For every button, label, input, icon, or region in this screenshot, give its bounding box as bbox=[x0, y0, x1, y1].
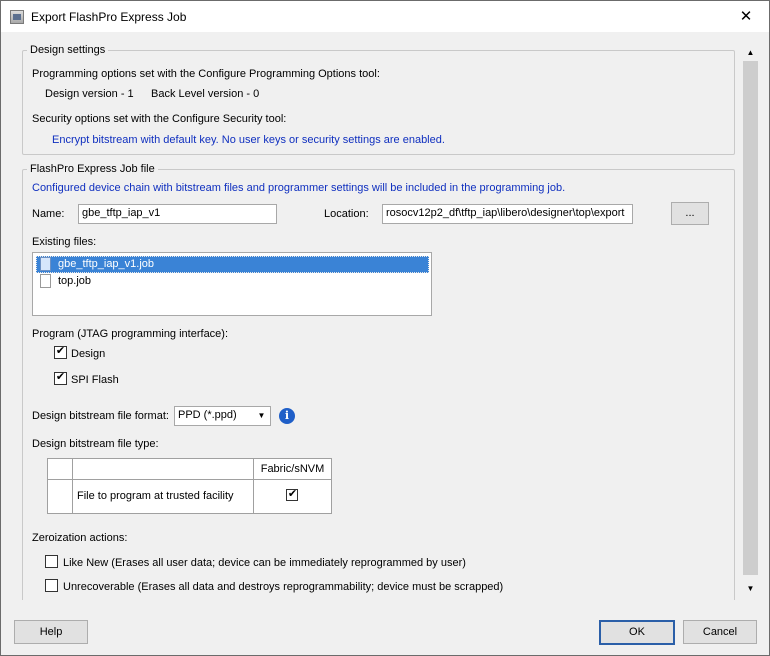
job-description-text: Configured device chain with bitstream f… bbox=[32, 182, 566, 194]
format-label: Design bitstream file format: bbox=[32, 410, 169, 422]
table-header-empty bbox=[73, 459, 254, 480]
back-level-version-text: Back Level version - 0 bbox=[151, 88, 260, 100]
ok-button[interactable]: OK bbox=[599, 620, 675, 645]
security-options-text: Security options set with the Configure … bbox=[32, 113, 287, 125]
table-row-header bbox=[48, 480, 73, 514]
like-new-label: Like New (Erases all user data; device c… bbox=[63, 557, 466, 569]
name-input[interactable]: gbe_tftp_iap_v1 bbox=[78, 204, 277, 224]
scroll-up-icon[interactable]: ▲ bbox=[742, 44, 759, 61]
like-new-checkbox[interactable] bbox=[45, 555, 58, 568]
job-file-legend: FlashPro Express Job file bbox=[30, 163, 155, 175]
info-icon[interactable]: i bbox=[279, 408, 295, 424]
security-detail-text: Encrypt bitstream with default key. No u… bbox=[52, 134, 445, 146]
name-label: Name: bbox=[32, 208, 65, 220]
programming-options-text: Programming options set with the Configu… bbox=[32, 68, 380, 80]
table-row-label: File to program at trusted facility bbox=[73, 480, 254, 514]
window-title: Export FlashPro Express Job bbox=[31, 10, 187, 24]
close-icon[interactable]: ✕ bbox=[727, 1, 765, 32]
vertical-scrollbar[interactable]: ▲ ▼ bbox=[742, 44, 759, 597]
check-icon: ✔ bbox=[55, 345, 66, 357]
zeroization-label: Zeroization actions: bbox=[32, 532, 128, 544]
filetype-table: Fabric/sNVM File to program at trusted f… bbox=[47, 458, 332, 514]
program-spi-flash-label: SPI Flash bbox=[71, 374, 119, 386]
unrecoverable-label: Unrecoverable (Erases all data and destr… bbox=[63, 581, 504, 593]
scroll-down-icon[interactable]: ▼ bbox=[742, 580, 759, 597]
table-column-header: Fabric/sNVM bbox=[254, 459, 332, 480]
list-item-label: gbe_tftp_iap_v1.job bbox=[58, 258, 155, 270]
scrollbar-thumb[interactable] bbox=[743, 61, 758, 575]
file-icon bbox=[40, 274, 51, 288]
export-job-dialog: Export FlashPro Express Job ✕ Design set… bbox=[0, 0, 770, 656]
table-corner-cell bbox=[48, 459, 73, 480]
chevron-down-icon: ▼ bbox=[257, 411, 266, 420]
check-icon: ✔ bbox=[55, 371, 66, 383]
design-settings-legend: Design settings bbox=[30, 44, 106, 56]
program-spi-flash-checkbox[interactable]: ✔ bbox=[54, 371, 67, 385]
design-version-text: Design version - 1 bbox=[45, 88, 134, 100]
cancel-button[interactable]: Cancel bbox=[683, 620, 757, 644]
list-item[interactable]: gbe_tftp_iap_v1.job bbox=[36, 256, 429, 273]
existing-files-label: Existing files: bbox=[32, 236, 97, 248]
check-icon: ✔ bbox=[287, 488, 298, 500]
list-item[interactable]: top.job bbox=[36, 273, 429, 290]
location-label: Location: bbox=[324, 208, 369, 220]
filetype-label: Design bitstream file type: bbox=[32, 438, 159, 450]
program-design-checkbox[interactable]: ✔ bbox=[54, 345, 67, 359]
dialog-content: Design settings Programming options set … bbox=[1, 32, 769, 600]
app-icon bbox=[10, 10, 24, 24]
help-button[interactable]: Help bbox=[14, 620, 88, 644]
format-select[interactable]: PPD (*.ppd) ▼ bbox=[174, 406, 271, 426]
job-file-group: FlashPro Express Job file bbox=[22, 163, 735, 600]
table-row: ✔ bbox=[254, 480, 332, 514]
unrecoverable-checkbox[interactable] bbox=[45, 579, 58, 592]
trusted-facility-checkbox[interactable]: ✔ bbox=[286, 488, 298, 501]
browse-button[interactable]: ... bbox=[671, 202, 709, 225]
file-icon bbox=[40, 257, 51, 271]
existing-files-list[interactable]: gbe_tftp_iap_v1.job top.job bbox=[32, 252, 432, 316]
list-item-label: top.job bbox=[58, 275, 92, 287]
format-select-value: PPD (*.ppd) bbox=[178, 409, 237, 421]
scroll-area: Design settings Programming options set … bbox=[1, 32, 741, 600]
location-input[interactable]: rosocv12p2_df\tftp_iap\libero\designer\t… bbox=[382, 204, 633, 224]
program-label: Program (JTAG programming interface): bbox=[32, 328, 229, 340]
program-design-label: Design bbox=[71, 348, 106, 360]
title-bar: Export FlashPro Express Job ✕ bbox=[1, 1, 769, 32]
dialog-footer: Help OK Cancel bbox=[1, 600, 769, 655]
